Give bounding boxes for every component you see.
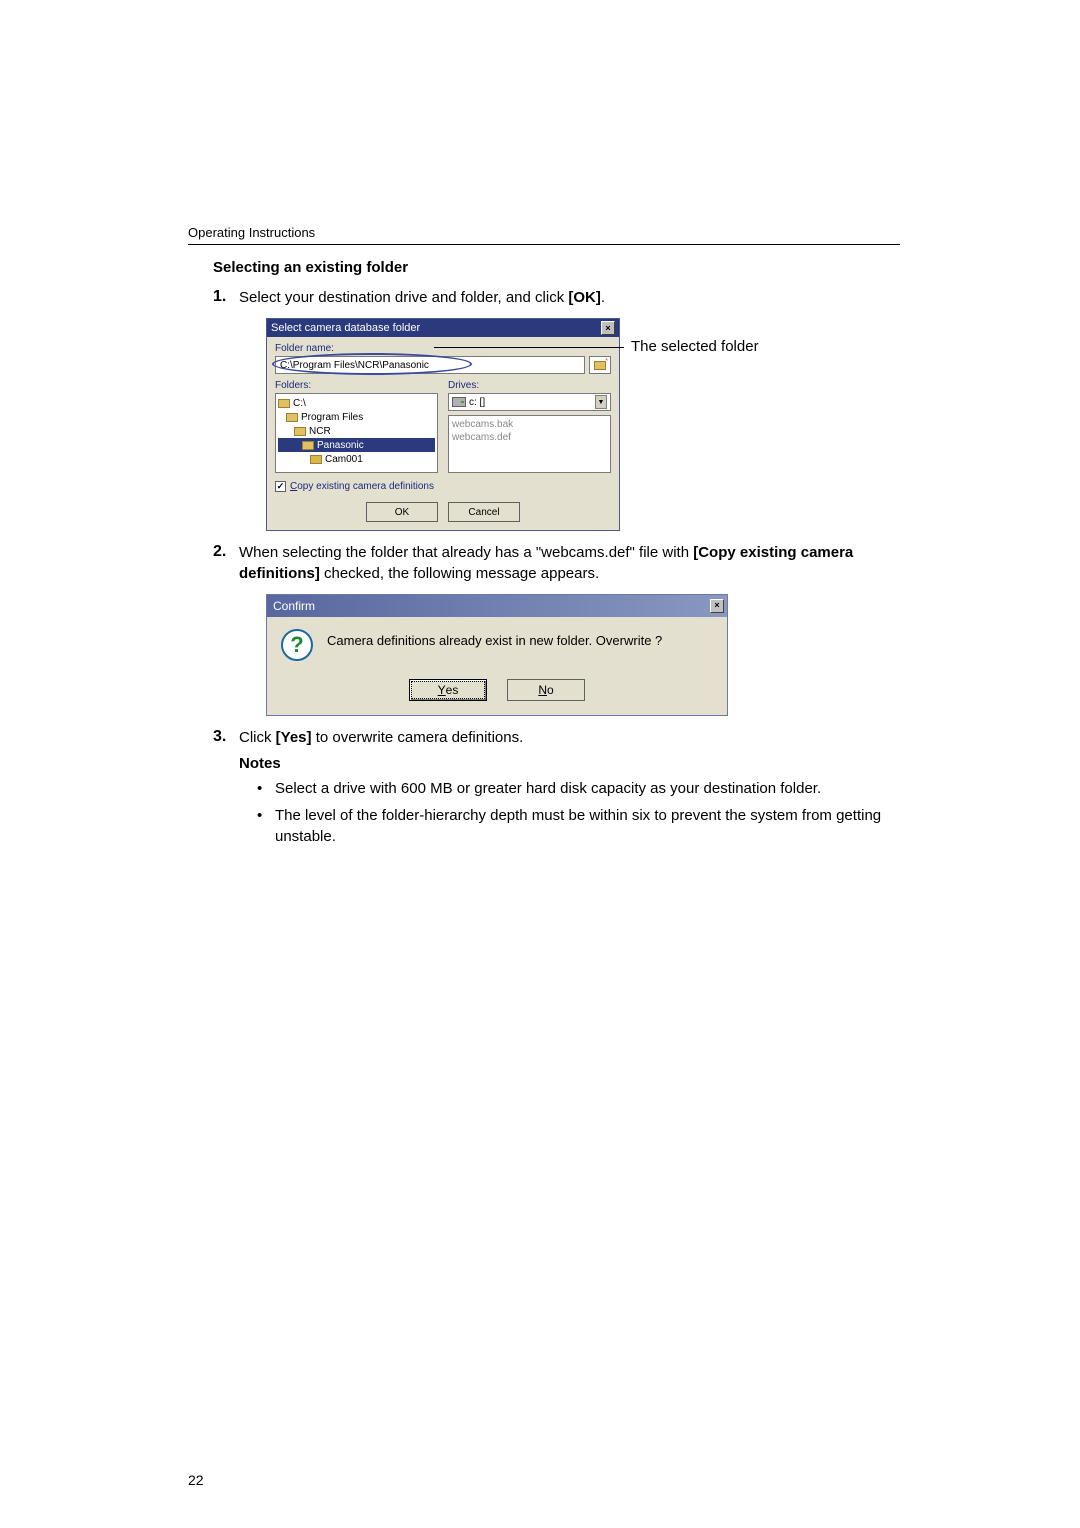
dialog-titlebar: Select camera database folder × <box>267 319 619 337</box>
copy-definitions-checkbox[interactable]: ✓ <box>275 481 286 492</box>
step-number-2: 2. <box>213 543 226 561</box>
chevron-down-icon: ▼ <box>595 395 607 409</box>
folder-open-icon <box>302 441 314 450</box>
file-item: webcams.bak <box>452 418 607 431</box>
close-icon[interactable]: × <box>710 599 724 613</box>
note-item: The level of the folder-hierarchy depth … <box>257 805 900 847</box>
tree-root[interactable]: C:\ <box>278 396 435 410</box>
no-button[interactable]: No <box>507 679 585 701</box>
tree-ncr[interactable]: NCR <box>278 424 435 438</box>
step-2: 2. When selecting the folder that alread… <box>213 543 900 716</box>
folder-closed-icon <box>310 455 322 464</box>
folder-open-icon <box>278 399 290 408</box>
step-number-1: 1. <box>213 288 226 306</box>
step3-yes-ref: [Yes] <box>276 729 312 746</box>
note-item: Select a drive with 600 MB or greater ha… <box>257 778 900 799</box>
section-subheading: Selecting an existing folder <box>213 259 900 276</box>
confirm-message: Camera definitions already exist in new … <box>327 629 662 648</box>
folder-select-dialog-figure: Select camera database folder × Folder n… <box>266 318 756 531</box>
callout-leader-line <box>434 347 624 348</box>
folders-label: Folders: <box>275 380 438 391</box>
page-number: 22 <box>188 1472 204 1488</box>
step-3: 3. Click [Yes] to overwrite camera defin… <box>213 728 900 848</box>
step-1: 1. Select your destination drive and fol… <box>213 288 900 531</box>
folder-files-list: webcams.bak webcams.def <box>448 415 611 473</box>
confirm-titlebar: Confirm × <box>267 595 727 617</box>
cancel-button[interactable]: Cancel <box>448 502 520 522</box>
copy-definitions-label: Copy existing camera definitions <box>290 481 434 492</box>
tree-program-files[interactable]: Program Files <box>278 410 435 424</box>
tree-cam001[interactable]: Cam001 <box>278 452 435 466</box>
drives-dropdown[interactable]: c: [] ▼ <box>448 393 611 411</box>
folder-open-icon <box>294 427 306 436</box>
confirm-title: Confirm <box>273 599 315 613</box>
step1-text-post: . <box>601 289 605 306</box>
step1-text-pre: Select your destination drive and folder… <box>239 289 568 306</box>
ok-button[interactable]: OK <box>366 502 438 522</box>
notes-heading: Notes <box>239 754 900 774</box>
header-rule <box>188 244 900 245</box>
folder-open-icon <box>286 413 298 422</box>
step2-text-post: checked, the following message appears. <box>320 565 599 582</box>
tree-panasonic-selected[interactable]: Panasonic <box>278 438 435 452</box>
file-item: webcams.def <box>452 431 607 444</box>
folder-name-input[interactable]: C:\Program Files\NCR\Panasonic <box>275 356 585 374</box>
folder-select-dialog: Select camera database folder × Folder n… <box>266 318 620 531</box>
folders-tree[interactable]: C:\ Program Files NCR Panasonic Cam001 <box>275 393 438 473</box>
yes-button[interactable]: Yes <box>409 679 487 701</box>
new-folder-button[interactable]: * <box>589 356 611 374</box>
drives-label: Drives: <box>448 380 611 391</box>
new-folder-icon: * <box>594 361 606 370</box>
close-icon[interactable]: × <box>601 321 615 335</box>
confirm-dialog: Confirm × ? Camera definitions already e… <box>266 594 728 716</box>
dialog-title: Select camera database folder <box>271 322 601 334</box>
callout-text: The selected folder <box>631 338 759 355</box>
step3-text-post: to overwrite camera definitions. <box>312 729 524 746</box>
question-icon: ? <box>281 629 313 661</box>
confirm-dialog-figure: Confirm × ? Camera definitions already e… <box>266 594 900 716</box>
step-number-3: 3. <box>213 728 226 746</box>
step1-ok-ref: [OK] <box>568 289 601 306</box>
step2-text-pre: When selecting the folder that already h… <box>239 544 693 561</box>
drive-selected-value: c: [] <box>469 397 485 408</box>
drive-icon <box>452 397 466 407</box>
step3-text-pre: Click <box>239 729 276 746</box>
copy-definitions-row: ✓ Copy existing camera definitions <box>275 481 611 492</box>
running-header: Operating Instructions <box>188 225 900 240</box>
folder-name-label: Folder name: <box>275 343 611 354</box>
